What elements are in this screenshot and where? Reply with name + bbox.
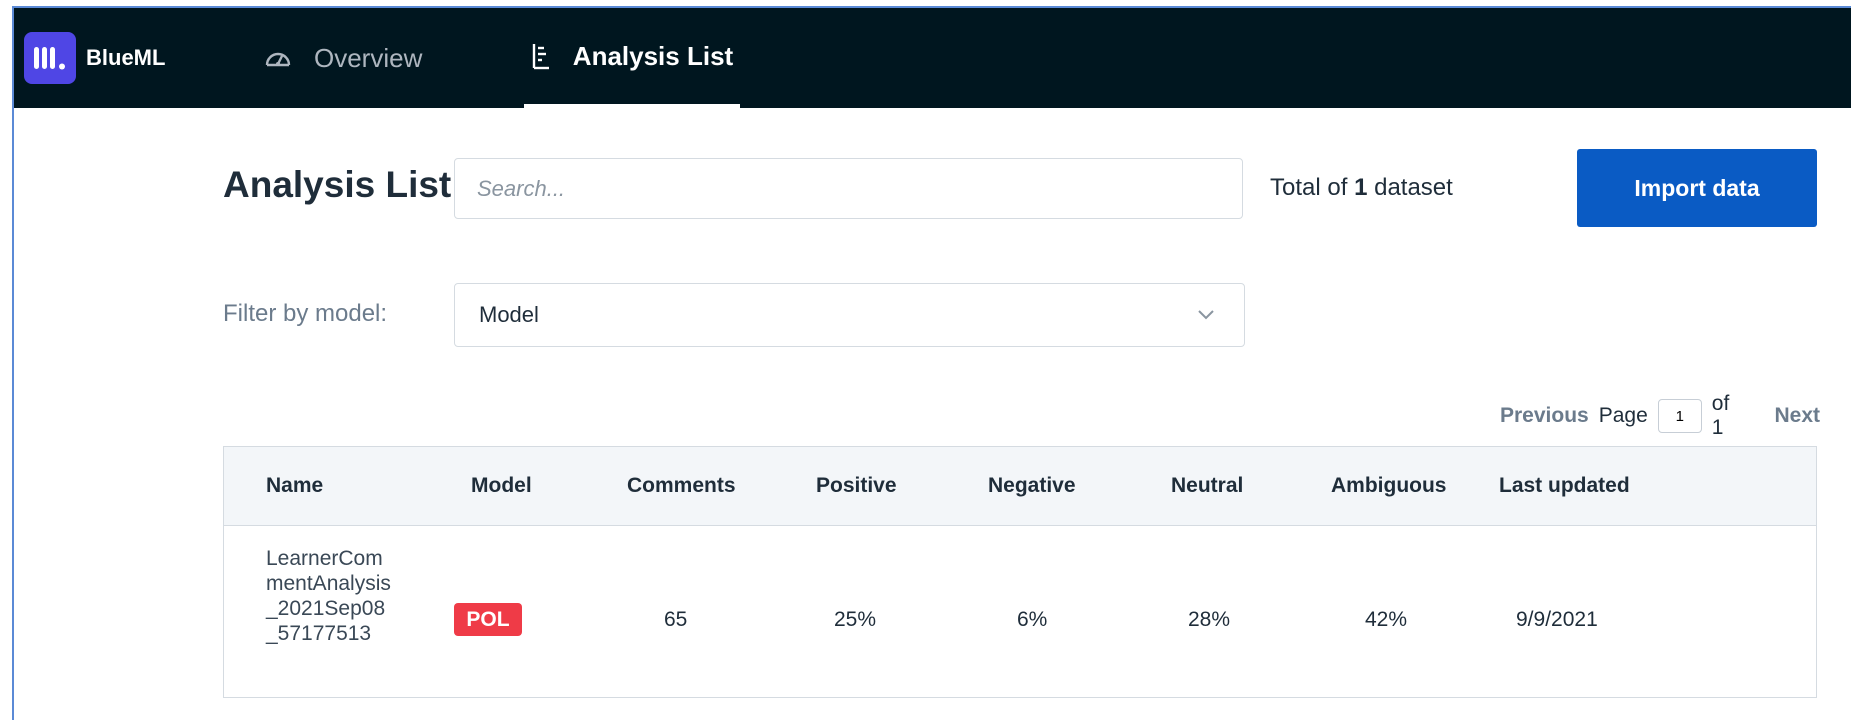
chevron-down-icon — [1198, 310, 1214, 320]
column-header-neutral[interactable]: Neutral — [1171, 447, 1243, 525]
top-nav: BlueML Overview Analysis List — [14, 8, 1851, 108]
app-name: BlueML — [86, 45, 166, 70]
table-header: Name Model Comments Positive Negative Ne… — [224, 447, 1816, 526]
blueml-logo-icon — [24, 32, 76, 84]
next-page-button[interactable]: Next — [1774, 404, 1820, 428]
column-header-comments[interactable]: Comments — [627, 447, 736, 525]
total-suffix: dataset — [1374, 174, 1453, 201]
total-count: 1 — [1354, 174, 1368, 201]
list-icon — [532, 44, 549, 70]
row-comments: 65 — [664, 608, 688, 631]
model-badge: POL — [454, 603, 522, 636]
page-total-label: of 1 — [1711, 392, 1730, 439]
model-filter-value: Model — [479, 302, 539, 327]
gauge-icon — [265, 52, 291, 67]
model-filter-select[interactable]: Model — [454, 283, 1245, 347]
analysis-table: Name Model Comments Positive Negative Ne… — [223, 446, 1817, 698]
total-count-text: Total of 1 dataset — [1270, 174, 1453, 202]
nav-item-overview[interactable]: Overview — [264, 8, 422, 108]
column-header-ambiguous[interactable]: Ambiguous — [1331, 447, 1447, 525]
column-header-last-updated[interactable]: Last updated — [1499, 447, 1630, 525]
row-last-updated: 9/9/2021 — [1516, 608, 1598, 631]
page-label: Page — [1598, 404, 1648, 427]
pagination: Previous Page of 1 Next — [1500, 392, 1820, 440]
row-ambiguous: 42% — [1365, 608, 1408, 631]
row-name-link[interactable]: LearnerCommentAnalysis_2021Sep08_5717751… — [266, 546, 396, 646]
page-title: Analysis List — [223, 164, 452, 205]
column-header-name[interactable]: Name — [266, 447, 323, 525]
nav-item-label: Analysis List — [572, 40, 734, 71]
total-prefix: Total of — [1270, 174, 1348, 201]
nav-item-label: Overview — [314, 42, 423, 73]
row-neutral: 28% — [1188, 608, 1231, 631]
row-positive: 25% — [834, 608, 877, 631]
import-data-button[interactable]: Import data — [1577, 149, 1817, 227]
search-input[interactable] — [454, 158, 1243, 219]
logo[interactable]: BlueML — [24, 32, 165, 84]
column-header-negative[interactable]: Negative — [988, 447, 1076, 525]
nav-item-analysis-list[interactable]: Analysis List — [524, 8, 740, 108]
row-negative: 6% — [1017, 608, 1048, 631]
column-header-model[interactable]: Model — [471, 447, 532, 525]
filter-label: Filter by model: — [223, 300, 388, 327]
previous-page-button[interactable]: Previous — [1500, 404, 1589, 428]
page-number-input[interactable] — [1657, 399, 1702, 433]
column-header-positive[interactable]: Positive — [816, 447, 897, 525]
